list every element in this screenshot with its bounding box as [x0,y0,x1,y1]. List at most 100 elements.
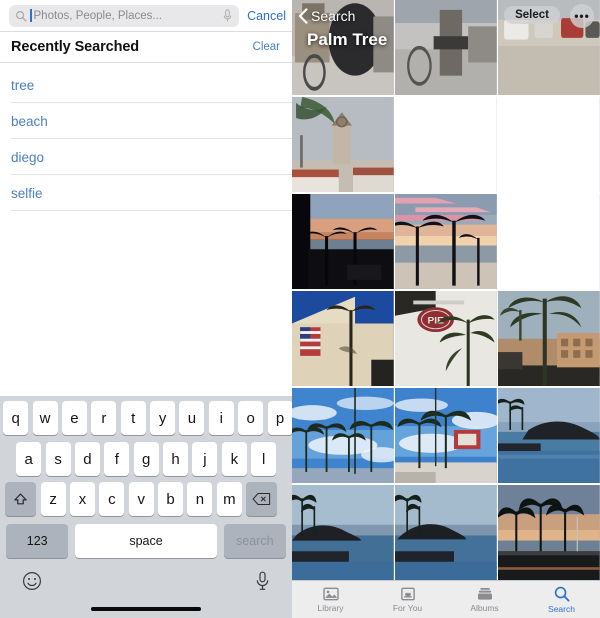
keyboard-bottom-row [0,558,292,604]
list-item-label: selfie [11,185,43,201]
numbers-key[interactable]: 123 [6,524,69,558]
key-n[interactable]: n [187,482,213,516]
photo-flag-building-palm [292,290,394,387]
photo-thumbnail[interactable] [498,387,600,484]
photo-coast-rocks-2 [292,484,394,580]
emoji-smiley-icon[interactable] [22,571,42,591]
key-i[interactable]: i [208,401,234,435]
photo-dusk-palm-road [498,484,600,580]
key-j[interactable]: j [192,442,218,476]
keyboard-row-2: a s d f g h j k l [0,436,292,476]
home-indicator [91,607,201,611]
search-icon [16,10,27,21]
photo-coast-rocks-1 [498,387,600,484]
photo-sunset-palms-dark [292,193,394,290]
key-c[interactable]: c [99,482,125,516]
key-h[interactable]: h [163,442,189,476]
photo-thumbnail[interactable]: PIE [395,290,497,387]
list-item[interactable]: tree [0,67,292,103]
photo-placeholder[interactable] [395,96,497,193]
key-k[interactable]: k [221,442,247,476]
search-panel: Photos, People, Places... Cancel Recentl… [0,0,292,618]
photo-placeholder[interactable] [498,193,600,290]
photo-thumbnail[interactable] [292,0,394,96]
photos-search-screen: Photos, People, Places... Cancel Recentl… [0,0,600,618]
photo-thumbnail[interactable] [292,193,394,290]
key-w[interactable]: w [32,401,58,435]
key-z[interactable]: z [40,482,66,516]
key-d[interactable]: d [74,442,100,476]
tab-search[interactable]: Search [523,581,600,618]
key-p[interactable]: p [267,401,292,435]
photo-thumbnail[interactable] [498,484,600,580]
key-t[interactable]: t [120,401,146,435]
search-bar: Photos, People, Places... Cancel [0,0,292,31]
photo-thumbnail[interactable] [292,387,394,484]
cancel-button[interactable]: Cancel [239,9,286,23]
key-u[interactable]: u [179,401,205,435]
key-x[interactable]: x [69,482,95,516]
shift-key[interactable] [5,482,37,516]
clear-button[interactable]: Clear [253,41,280,53]
key-b[interactable]: b [158,482,184,516]
search-input[interactable]: Photos, People, Places... [9,4,240,27]
search-placeholder-text: Photos, People, Places... [33,9,163,22]
photo-thumbnail[interactable] [498,0,600,96]
tab-library[interactable]: Library [292,581,369,618]
for-you-heart-icon [400,587,415,600]
photo-thumbnail[interactable] [395,387,497,484]
photo-coast-rocks-3 [395,484,497,580]
key-v[interactable]: v [128,482,154,516]
space-key[interactable]: space [75,524,217,558]
photo-palms-clouds-1 [292,387,394,484]
key-y[interactable]: y [150,401,176,435]
key-a[interactable]: a [16,442,42,476]
photo-parking-lot [498,0,600,96]
recently-searched-header: Recently Searched Clear [0,32,292,62]
backspace-key[interactable] [246,482,278,516]
photo-church-tower [292,96,394,193]
key-r[interactable]: r [91,401,117,435]
keyboard-row-4: 123 space search [0,516,292,558]
search-icon [554,586,569,601]
photos-library-icon [322,587,339,600]
key-l[interactable]: l [251,442,277,476]
photo-thumbnail[interactable] [395,484,497,580]
recently-searched-title: Recently Searched [11,39,140,55]
tab-label: Search [548,603,575,614]
photo-thumbnail[interactable] [498,290,600,387]
photo-thumbnail[interactable] [395,193,497,290]
key-m[interactable]: m [216,482,242,516]
list-item[interactable]: diego [0,139,292,175]
list-item-label: beach [11,113,48,129]
photo-placeholder[interactable] [498,96,600,193]
search-key[interactable]: search [223,524,286,558]
list-item[interactable]: beach [0,103,292,139]
recently-searched-list: tree beach diego selfie [0,67,292,211]
tab-label: Albums [470,602,499,613]
keyboard-row-3: z x c v b n m [0,476,292,516]
microphone-icon[interactable] [255,571,270,591]
tab-label: Library [317,602,344,613]
tab-albums[interactable]: Albums [446,581,523,618]
keyboard-row-1: q w e r t y u i o p [0,396,292,436]
key-s[interactable]: s [45,442,71,476]
list-item[interactable]: selfie [0,175,292,211]
key-f[interactable]: f [104,442,130,476]
search-results-panel: PIE Search Palm Tree Select ••• Library … [292,0,600,618]
key-q[interactable]: q [3,401,29,435]
photo-placeholder-3 [498,193,600,290]
photo-sunset-beach-palms [395,193,497,290]
tab-for-you[interactable]: For You [369,581,446,618]
key-g[interactable]: g [133,442,159,476]
tab-bar: Library For You Albums Search [292,580,600,618]
photo-thumbnail[interactable] [395,0,497,96]
photo-palm-resort [498,290,600,387]
photo-thumbnail[interactable] [292,290,394,387]
photo-thumbnail[interactable] [292,484,394,580]
key-o[interactable]: o [238,401,264,435]
backspace-icon [252,492,271,506]
photo-thumbnail[interactable] [292,96,394,193]
key-e[interactable]: e [61,401,87,435]
microphone-icon[interactable] [222,8,233,23]
